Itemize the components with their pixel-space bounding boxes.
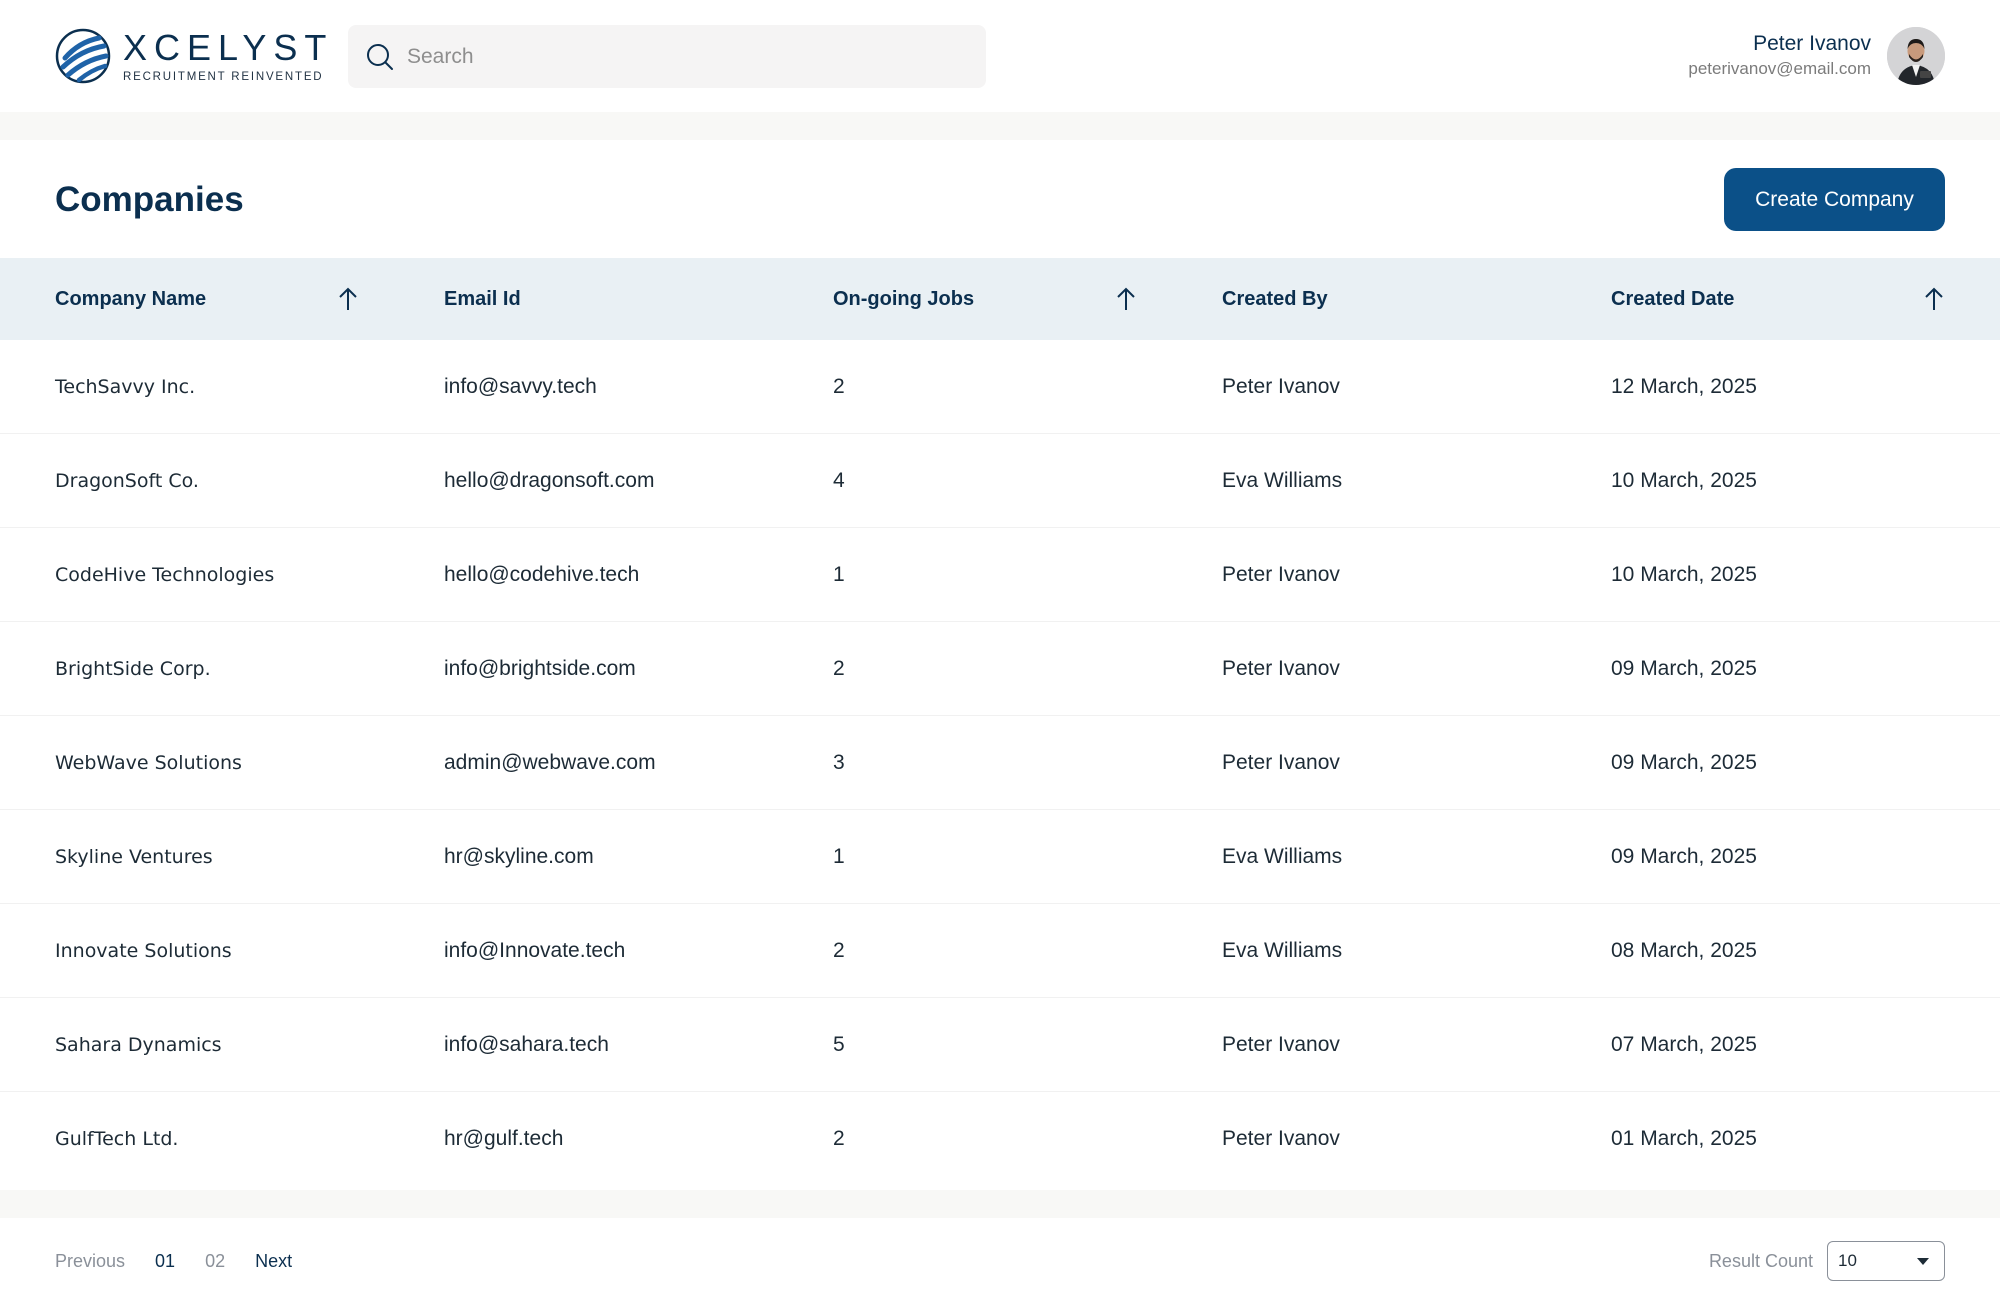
table-body: TechSavvy Inc. info@savvy.tech 2 Peter I… — [0, 340, 2000, 1185]
cell-ongoing-jobs: 2 — [833, 374, 845, 398]
cell-company-name: TechSavvy Inc. — [55, 375, 196, 398]
cell-created-date: 07 March, 2025 — [1611, 1032, 1757, 1056]
cell-created-by: Peter Ivanov — [1222, 656, 1340, 680]
table-row[interactable]: CodeHive Technologies hello@codehive.tec… — [0, 528, 2000, 622]
user-profile[interactable]: Peter Ivanov peterivanov@email.com — [1688, 26, 1945, 86]
result-count-label: Result Count — [1708, 1250, 1813, 1271]
sort-arrow-up-icon[interactable] — [337, 286, 359, 312]
result-count-value: 10 — [1838, 1251, 1857, 1270]
cell-ongoing-jobs: 5 — [833, 1032, 845, 1056]
top-bar: XCELYST RECRUITMENT REINVENTED Peter Iva… — [0, 0, 2000, 112]
table-row[interactable]: WebWave Solutions admin@webwave.com 3 Pe… — [0, 716, 2000, 810]
avatar-image — [1887, 27, 1945, 85]
cell-created-by: Peter Ivanov — [1222, 1126, 1340, 1150]
cell-company-name: WebWave Solutions — [55, 751, 242, 774]
cell-email: info@sahara.tech — [444, 1032, 609, 1056]
cell-email: hr@gulf.tech — [444, 1126, 564, 1150]
column-label: Created By — [1222, 287, 1328, 310]
cell-created-date: 09 March, 2025 — [1611, 750, 1757, 774]
pagination-bar: Previous 01 02 Next Result Count 10 — [0, 1218, 2000, 1305]
cell-company-name: CodeHive Technologies — [55, 563, 275, 586]
cell-created-date: 12 March, 2025 — [1611, 374, 1757, 398]
cell-email: hello@codehive.tech — [444, 562, 640, 586]
cell-created-date: 08 March, 2025 — [1611, 938, 1757, 962]
column-header-company-name[interactable]: Company Name — [0, 258, 389, 340]
search-icon — [367, 43, 393, 70]
cell-ongoing-jobs: 3 — [833, 750, 845, 774]
cell-company-name: Innovate Solutions — [55, 939, 232, 962]
cell-ongoing-jobs: 2 — [833, 1126, 845, 1150]
cell-ongoing-jobs: 2 — [833, 938, 845, 962]
cell-ongoing-jobs: 1 — [833, 562, 845, 586]
cell-company-name: BrightSide Corp. — [55, 657, 211, 680]
cell-created-by: Peter Ivanov — [1222, 1032, 1340, 1056]
sort-arrow-up-icon[interactable] — [1115, 286, 1137, 312]
table-row[interactable]: DragonSoft Co. hello@dragonsoft.com 4 Ev… — [0, 434, 2000, 528]
cell-email: hr@skyline.com — [444, 844, 594, 868]
next-page-link[interactable]: Next — [255, 1251, 292, 1272]
column-header-created-by: Created By — [1167, 258, 1556, 340]
page-link-02[interactable]: 02 — [205, 1251, 225, 1272]
brand-tagline: RECRUITMENT REINVENTED — [123, 70, 324, 83]
cell-created-by: Peter Ivanov — [1222, 750, 1340, 774]
cell-email: admin@webwave.com — [444, 750, 656, 774]
cell-company-name: DragonSoft Co. — [55, 469, 199, 492]
table-row[interactable]: BrightSide Corp. info@brightside.com 2 P… — [0, 622, 2000, 716]
logo-globe-icon — [55, 28, 111, 84]
column-header-email-id: Email Id — [389, 258, 778, 340]
cell-company-name: Sahara Dynamics — [55, 1033, 222, 1056]
previous-page-link[interactable]: Previous — [55, 1251, 125, 1272]
companies-table: Company Name Email Id On-going Jobs Crea… — [0, 258, 2000, 1185]
column-header-ongoing-jobs[interactable]: On-going Jobs — [778, 258, 1167, 340]
cell-created-date: 09 March, 2025 — [1611, 656, 1757, 680]
pagination: Previous 01 02 Next — [55, 1218, 322, 1305]
cell-ongoing-jobs: 4 — [833, 468, 845, 492]
cell-created-by: Peter Ivanov — [1222, 562, 1340, 586]
sort-arrow-up-icon[interactable] — [1923, 286, 1945, 312]
cell-company-name: Skyline Ventures — [55, 845, 213, 868]
page-link-01[interactable]: 01 — [155, 1251, 175, 1272]
column-label: On-going Jobs — [833, 287, 975, 310]
cell-created-date: 09 March, 2025 — [1611, 844, 1757, 868]
cell-created-date: 10 March, 2025 — [1611, 468, 1757, 492]
cell-created-date: 10 March, 2025 — [1611, 562, 1757, 586]
brand-logo[interactable]: XCELYST RECRUITMENT REINVENTED — [55, 27, 333, 85]
user-email: peterivanov@email.com — [1688, 59, 1871, 78]
cell-ongoing-jobs: 1 — [833, 844, 845, 868]
search-input[interactable] — [405, 43, 969, 70]
cell-created-by: Eva Williams — [1222, 844, 1343, 868]
result-count-select[interactable]: 10 — [1827, 1241, 1945, 1281]
column-label: Created Date — [1611, 287, 1735, 310]
result-count: Result Count 10 — [1709, 1240, 1945, 1282]
cell-created-by: Eva Williams — [1222, 938, 1343, 962]
avatar[interactable] — [1887, 27, 1945, 85]
create-company-button[interactable]: Create Company — [1724, 168, 1945, 231]
table-row[interactable]: Innovate Solutions info@Innovate.tech 2 … — [0, 904, 2000, 998]
cell-company-name: GulfTech Ltd. — [55, 1127, 179, 1150]
cell-email: info@brightside.com — [444, 656, 636, 680]
cell-created-date: 01 March, 2025 — [1611, 1126, 1757, 1150]
search-box[interactable] — [348, 25, 986, 88]
table-row[interactable]: TechSavvy Inc. info@savvy.tech 2 Peter I… — [0, 340, 2000, 434]
table-header: Company Name Email Id On-going Jobs Crea… — [0, 258, 2000, 340]
caret-down-icon — [1917, 1258, 1929, 1265]
table-row[interactable]: Skyline Ventures hr@skyline.com 1 Eva Wi… — [0, 810, 2000, 904]
cell-created-by: Peter Ivanov — [1222, 374, 1340, 398]
column-label: Company Name — [55, 287, 207, 310]
cell-ongoing-jobs: 2 — [833, 656, 845, 680]
companies-panel: Companies Create Company Company Name Em… — [0, 140, 2000, 1190]
column-header-created-date[interactable]: Created Date — [1556, 258, 2000, 340]
cell-email: info@Innovate.tech — [444, 938, 626, 962]
cell-email: info@savvy.tech — [444, 374, 597, 398]
column-label: Email Id — [444, 287, 521, 310]
table-row[interactable]: GulfTech Ltd. hr@gulf.tech 2 Peter Ivano… — [0, 1092, 2000, 1185]
cell-created-by: Eva Williams — [1222, 468, 1343, 492]
table-row[interactable]: Sahara Dynamics info@sahara.tech 5 Peter… — [0, 998, 2000, 1092]
page-title: Companies — [55, 180, 244, 219]
user-name: Peter Ivanov — [1753, 32, 1871, 55]
brand-name: XCELYST — [123, 26, 334, 68]
cell-email: hello@dragonsoft.com — [444, 468, 655, 492]
